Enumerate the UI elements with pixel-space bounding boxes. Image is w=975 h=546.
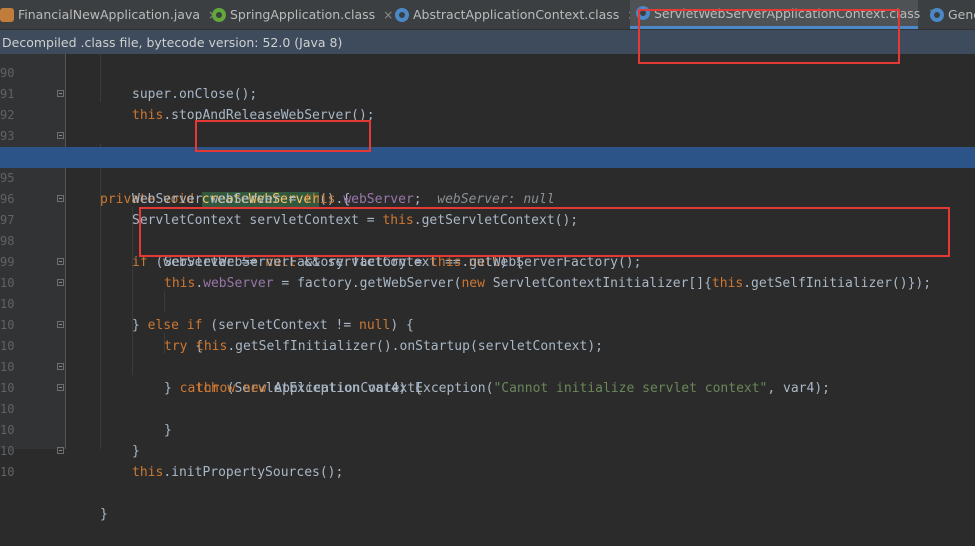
editor-tab-bar: FinancialNewApplication.java × SpringApp… <box>0 0 975 30</box>
fold-marker-icon[interactable] <box>57 321 64 328</box>
keyword: this <box>132 465 164 480</box>
fold-marker-icon[interactable] <box>57 279 64 286</box>
class-icon <box>930 7 944 22</box>
class-icon <box>636 6 650 20</box>
spring-class-icon <box>212 7 226 22</box>
fold-marker-icon[interactable] <box>57 195 64 202</box>
execution-point-line: 95 WebServer webServer = this.webServer;… <box>0 147 975 207</box>
tab-servlet-web-server-application-context[interactable]: ServletWebServerApplicationContext.class… <box>630 0 938 29</box>
code-line: 93 <box>0 105 975 143</box>
code-line: 94 private void createWebServer() { <box>0 126 975 207</box>
tab-gene[interactable]: Gene <box>925 0 975 29</box>
code-line: 106 } <box>0 378 975 459</box>
tab-label: ServletWebServerApplicationContext.class <box>654 5 921 21</box>
close-icon[interactable]: × <box>383 8 393 22</box>
tab-financial-new-application[interactable]: FinancialNewApplication.java × <box>0 0 218 29</box>
code-text: } <box>100 507 108 522</box>
code-line: 103 } catch (ServletException var4) { <box>0 315 975 396</box>
tab-spring-application[interactable]: SpringApplication.class × <box>212 0 393 29</box>
code-line: 104 throw new ApplicationContextExceptio… <box>0 336 975 396</box>
tab-abstract-application-context[interactable]: AbstractApplicationContext.class × <box>395 0 637 29</box>
tab-label: FinancialNewApplication.java <box>18 7 201 22</box>
code-line: 91 this.stopAndReleaseWebServer(); <box>0 63 975 123</box>
fold-marker-icon[interactable] <box>57 90 64 97</box>
line-number: 109 <box>0 465 14 479</box>
code-line: 102 this.getSelfInitializer().onStartup(… <box>0 294 975 354</box>
code-line: 98 ServletWebServerFactory factory = thi… <box>0 210 975 270</box>
fold-marker-icon[interactable] <box>57 258 64 265</box>
class-icon <box>395 7 409 22</box>
code-line: 101 try { <box>0 273 975 354</box>
code-line: 105 } <box>0 357 975 438</box>
code-text: .initPropertySources(); <box>163 465 344 480</box>
code-line: 97 if (webServer == null && servletConte… <box>0 189 975 270</box>
code-line: 92 } <box>0 84 975 165</box>
code-line: 108 this.initPropertySources(); <box>0 420 975 480</box>
fold-marker-icon[interactable] <box>57 447 64 454</box>
code-line: 90 super.onClose(); <box>0 42 975 102</box>
code-line: 96 ServletContext servletContext = this.… <box>0 168 975 228</box>
fold-marker-icon[interactable] <box>57 363 64 370</box>
tab-label: AbstractApplicationContext.class <box>413 7 620 22</box>
code-line: 107 <box>0 399 975 437</box>
fold-marker-icon[interactable] <box>57 132 64 139</box>
code-editor[interactable]: 90 super.onClose(); 91 this.stopAndRelea… <box>0 54 975 522</box>
code-line: 109 } <box>0 441 975 522</box>
code-line: 100 } else if (servletContext != null) { <box>0 252 975 333</box>
tab-label: Gene <box>948 7 975 22</box>
tab-label: SpringApplication.class <box>230 7 376 22</box>
code-line: 99 this.webServer = factory.getWebServer… <box>0 231 975 291</box>
fold-marker-icon[interactable] <box>57 384 64 391</box>
java-file-icon <box>0 7 14 22</box>
